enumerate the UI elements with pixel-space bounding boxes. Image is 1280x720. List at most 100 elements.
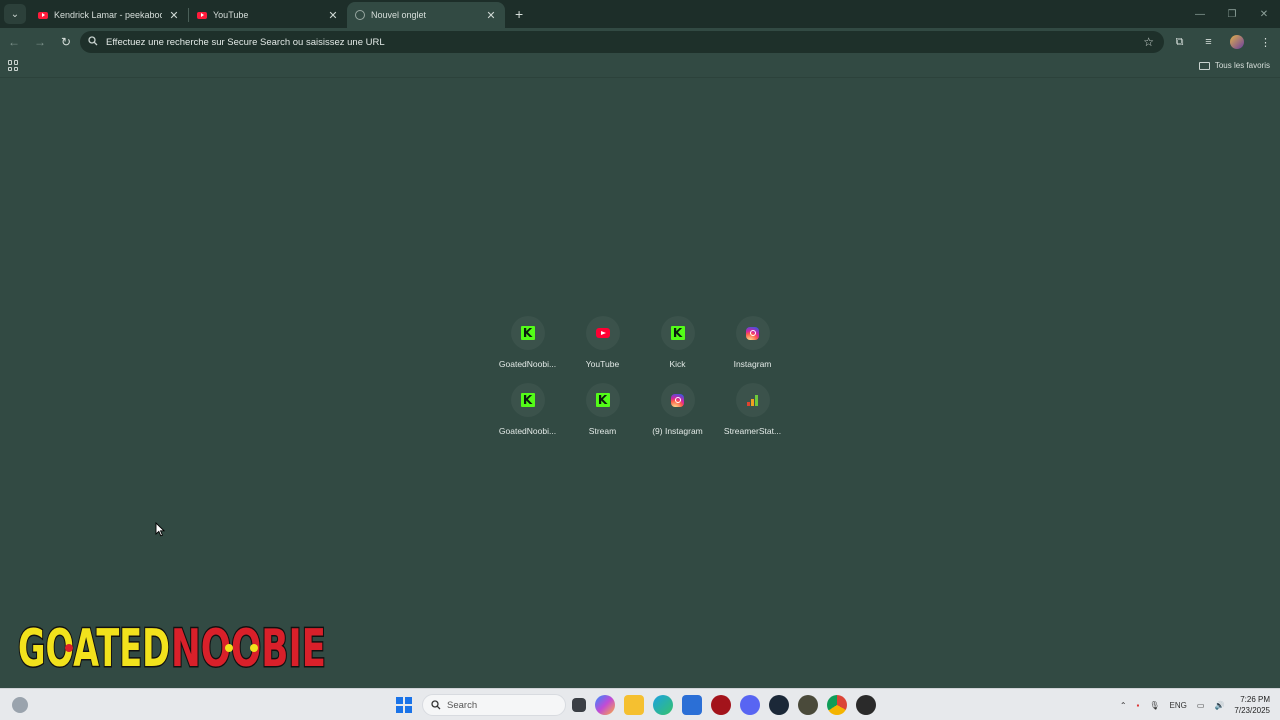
close-icon[interactable]: ✕ [168, 9, 180, 22]
windows-start-icon[interactable] [396, 697, 412, 713]
steam-icon[interactable] [769, 695, 789, 715]
restore-icon[interactable]: ❐ [1216, 9, 1248, 20]
svg-text:GOATED: GOATED [18, 619, 170, 674]
shortcut-goatednoobie-2[interactable]: K GoatedNoobi... [490, 383, 565, 436]
system-tray: ⌃ ▪ 🎙 ENG ▭ 🔊 7:26 PM 7/23/2025 [1120, 689, 1270, 720]
search-icon [431, 700, 441, 710]
shortcut-tile [735, 316, 770, 350]
close-window-icon[interactable]: ✕ [1248, 9, 1280, 20]
apps-grid-icon[interactable] [8, 60, 19, 71]
minimize-icon[interactable]: — [1184, 9, 1216, 20]
close-icon[interactable]: ✕ [485, 9, 497, 22]
all-bookmarks-button[interactable]: Tous les favoris [1198, 61, 1270, 70]
goatednoobie-logo: GOATED NOOBIE [17, 618, 328, 675]
taskbar-apps [572, 695, 876, 715]
shortcut-tile [585, 316, 620, 350]
youtube-icon [197, 11, 207, 19]
language-indicator[interactable]: ENG [1170, 701, 1187, 710]
os-taskbar: Search ⌃ ▪ 🎙 ENG ▭ 🔊 7:26 PM 7/23/2025 [0, 688, 1280, 720]
tab-kendrick[interactable]: Kendrick Lamar - peekaboo (Of ✕ [30, 2, 188, 28]
address-placeholder: Effectuez une recherche sur Secure Searc… [106, 36, 385, 48]
shortcut-label: StreamerStat... [723, 426, 782, 436]
shortcut-stream[interactable]: K Stream [565, 383, 640, 436]
widgets-icon[interactable] [12, 697, 28, 713]
browser-toolbar: ← → ↻ Effectuez une recherche sur Secure… [0, 28, 1280, 56]
menu-icon[interactable]: ⋮ [1251, 36, 1280, 49]
reload-icon[interactable]: ↻ [54, 35, 78, 49]
folder-icon [1198, 61, 1210, 70]
shortcut-label: GoatedNoobi... [498, 426, 557, 436]
extensions-icon[interactable]: ⧉ [1165, 36, 1194, 49]
shortcut-tile [660, 383, 695, 417]
game-app-icon[interactable] [798, 695, 818, 715]
volume-icon[interactable]: 🔊 [1214, 701, 1224, 710]
address-bar[interactable]: Effectuez une recherche sur Secure Searc… [80, 31, 1164, 53]
kick-icon: K [520, 326, 535, 340]
close-icon[interactable]: ✕ [327, 9, 339, 22]
shortcut-streamerstats[interactable]: StreamerStat... [715, 383, 790, 436]
shortcut-instagram[interactable]: Instagram [715, 316, 790, 369]
clock[interactable]: 7:26 PM 7/23/2025 [1234, 694, 1270, 716]
back-icon[interactable]: ← [2, 35, 26, 49]
shortcut-label: Stream [588, 426, 617, 436]
clock-time: 7:26 PM [1240, 695, 1270, 704]
instagram-icon [746, 326, 759, 340]
tab-title: Kendrick Lamar - peekaboo (Of [54, 10, 162, 20]
instagram-icon [671, 393, 684, 407]
chevron-down-icon: ⌄ [10, 8, 20, 20]
tray-app-icon[interactable]: ▪ [1137, 701, 1140, 710]
profile-avatar[interactable] [1230, 35, 1244, 49]
window-controls: — ❐ ✕ [1184, 0, 1280, 28]
media-control-icon[interactable]: ≡ [1194, 36, 1223, 48]
tab-new-tab[interactable]: Nouvel onglet ✕ [347, 2, 505, 28]
tab-search-button[interactable]: ⌄ [4, 4, 26, 24]
shortcut-tile: K [510, 383, 545, 417]
youtube-icon [595, 328, 610, 338]
shortcut-label: Kick [669, 359, 686, 369]
kick-icon: K [670, 326, 685, 340]
discord-icon[interactable] [740, 695, 760, 715]
file-explorer-icon[interactable] [624, 695, 644, 715]
toolbar-actions: ⧉ ≡ ⋮ [1165, 28, 1280, 56]
copilot-icon[interactable] [595, 695, 615, 715]
bar-chart-icon [747, 394, 758, 406]
forward-icon[interactable]: → [28, 35, 52, 49]
shortcut-instagram-9[interactable]: (9) Instagram [640, 383, 715, 436]
tray-overflow-icon[interactable]: ⌃ [1120, 701, 1127, 710]
all-bookmarks-label: Tous les favoris [1214, 61, 1270, 70]
shortcut-label: (9) Instagram [652, 426, 703, 436]
store-icon[interactable] [682, 695, 702, 715]
shortcut-tile: K [510, 316, 545, 350]
svg-text:NOOBIE: NOOBIE [171, 619, 326, 674]
tab-strip: ⌄ Kendrick Lamar - peekaboo (Of ✕ YouTub… [0, 0, 1280, 28]
bookmark-star-icon[interactable]: ☆ [1143, 35, 1154, 49]
shortcut-label: Instagram [733, 359, 772, 369]
kick-icon: K [520, 393, 535, 407]
taskbar-search-input[interactable]: Search [422, 694, 566, 716]
edge-icon[interactable] [653, 695, 673, 715]
obs-icon[interactable] [856, 695, 876, 715]
task-view-icon[interactable] [572, 698, 586, 712]
mouse-cursor-icon [155, 522, 165, 537]
kick-icon: K [595, 393, 610, 407]
chrome-icon[interactable] [827, 695, 847, 715]
network-icon[interactable]: ▭ [1197, 701, 1205, 710]
tab-youtube[interactable]: YouTube ✕ [189, 2, 347, 28]
shortcut-kick[interactable]: K Kick [640, 316, 715, 369]
shortcut-label: GoatedNoobi... [498, 359, 557, 369]
search-icon [88, 35, 102, 49]
shortcut-tile: K [585, 383, 620, 417]
new-tab-button[interactable]: + [515, 6, 529, 22]
tab-title: Nouvel onglet [371, 10, 427, 20]
shortcut-tile: K [660, 316, 695, 350]
clock-date: 7/23/2025 [1234, 706, 1270, 715]
shortcut-label: YouTube [585, 359, 620, 369]
shortcuts-grid: K GoatedNoobi... YouTube K Kick Instagra… [490, 316, 790, 436]
media-app-icon[interactable] [711, 695, 731, 715]
youtube-icon [38, 11, 48, 19]
shortcut-goatednoobie[interactable]: K GoatedNoobi... [490, 316, 565, 369]
shortcut-youtube[interactable]: YouTube [565, 316, 640, 369]
taskbar-search-placeholder: Search [447, 699, 478, 711]
microphone-icon[interactable]: 🎙 [1149, 701, 1159, 710]
shortcut-tile [735, 383, 770, 417]
